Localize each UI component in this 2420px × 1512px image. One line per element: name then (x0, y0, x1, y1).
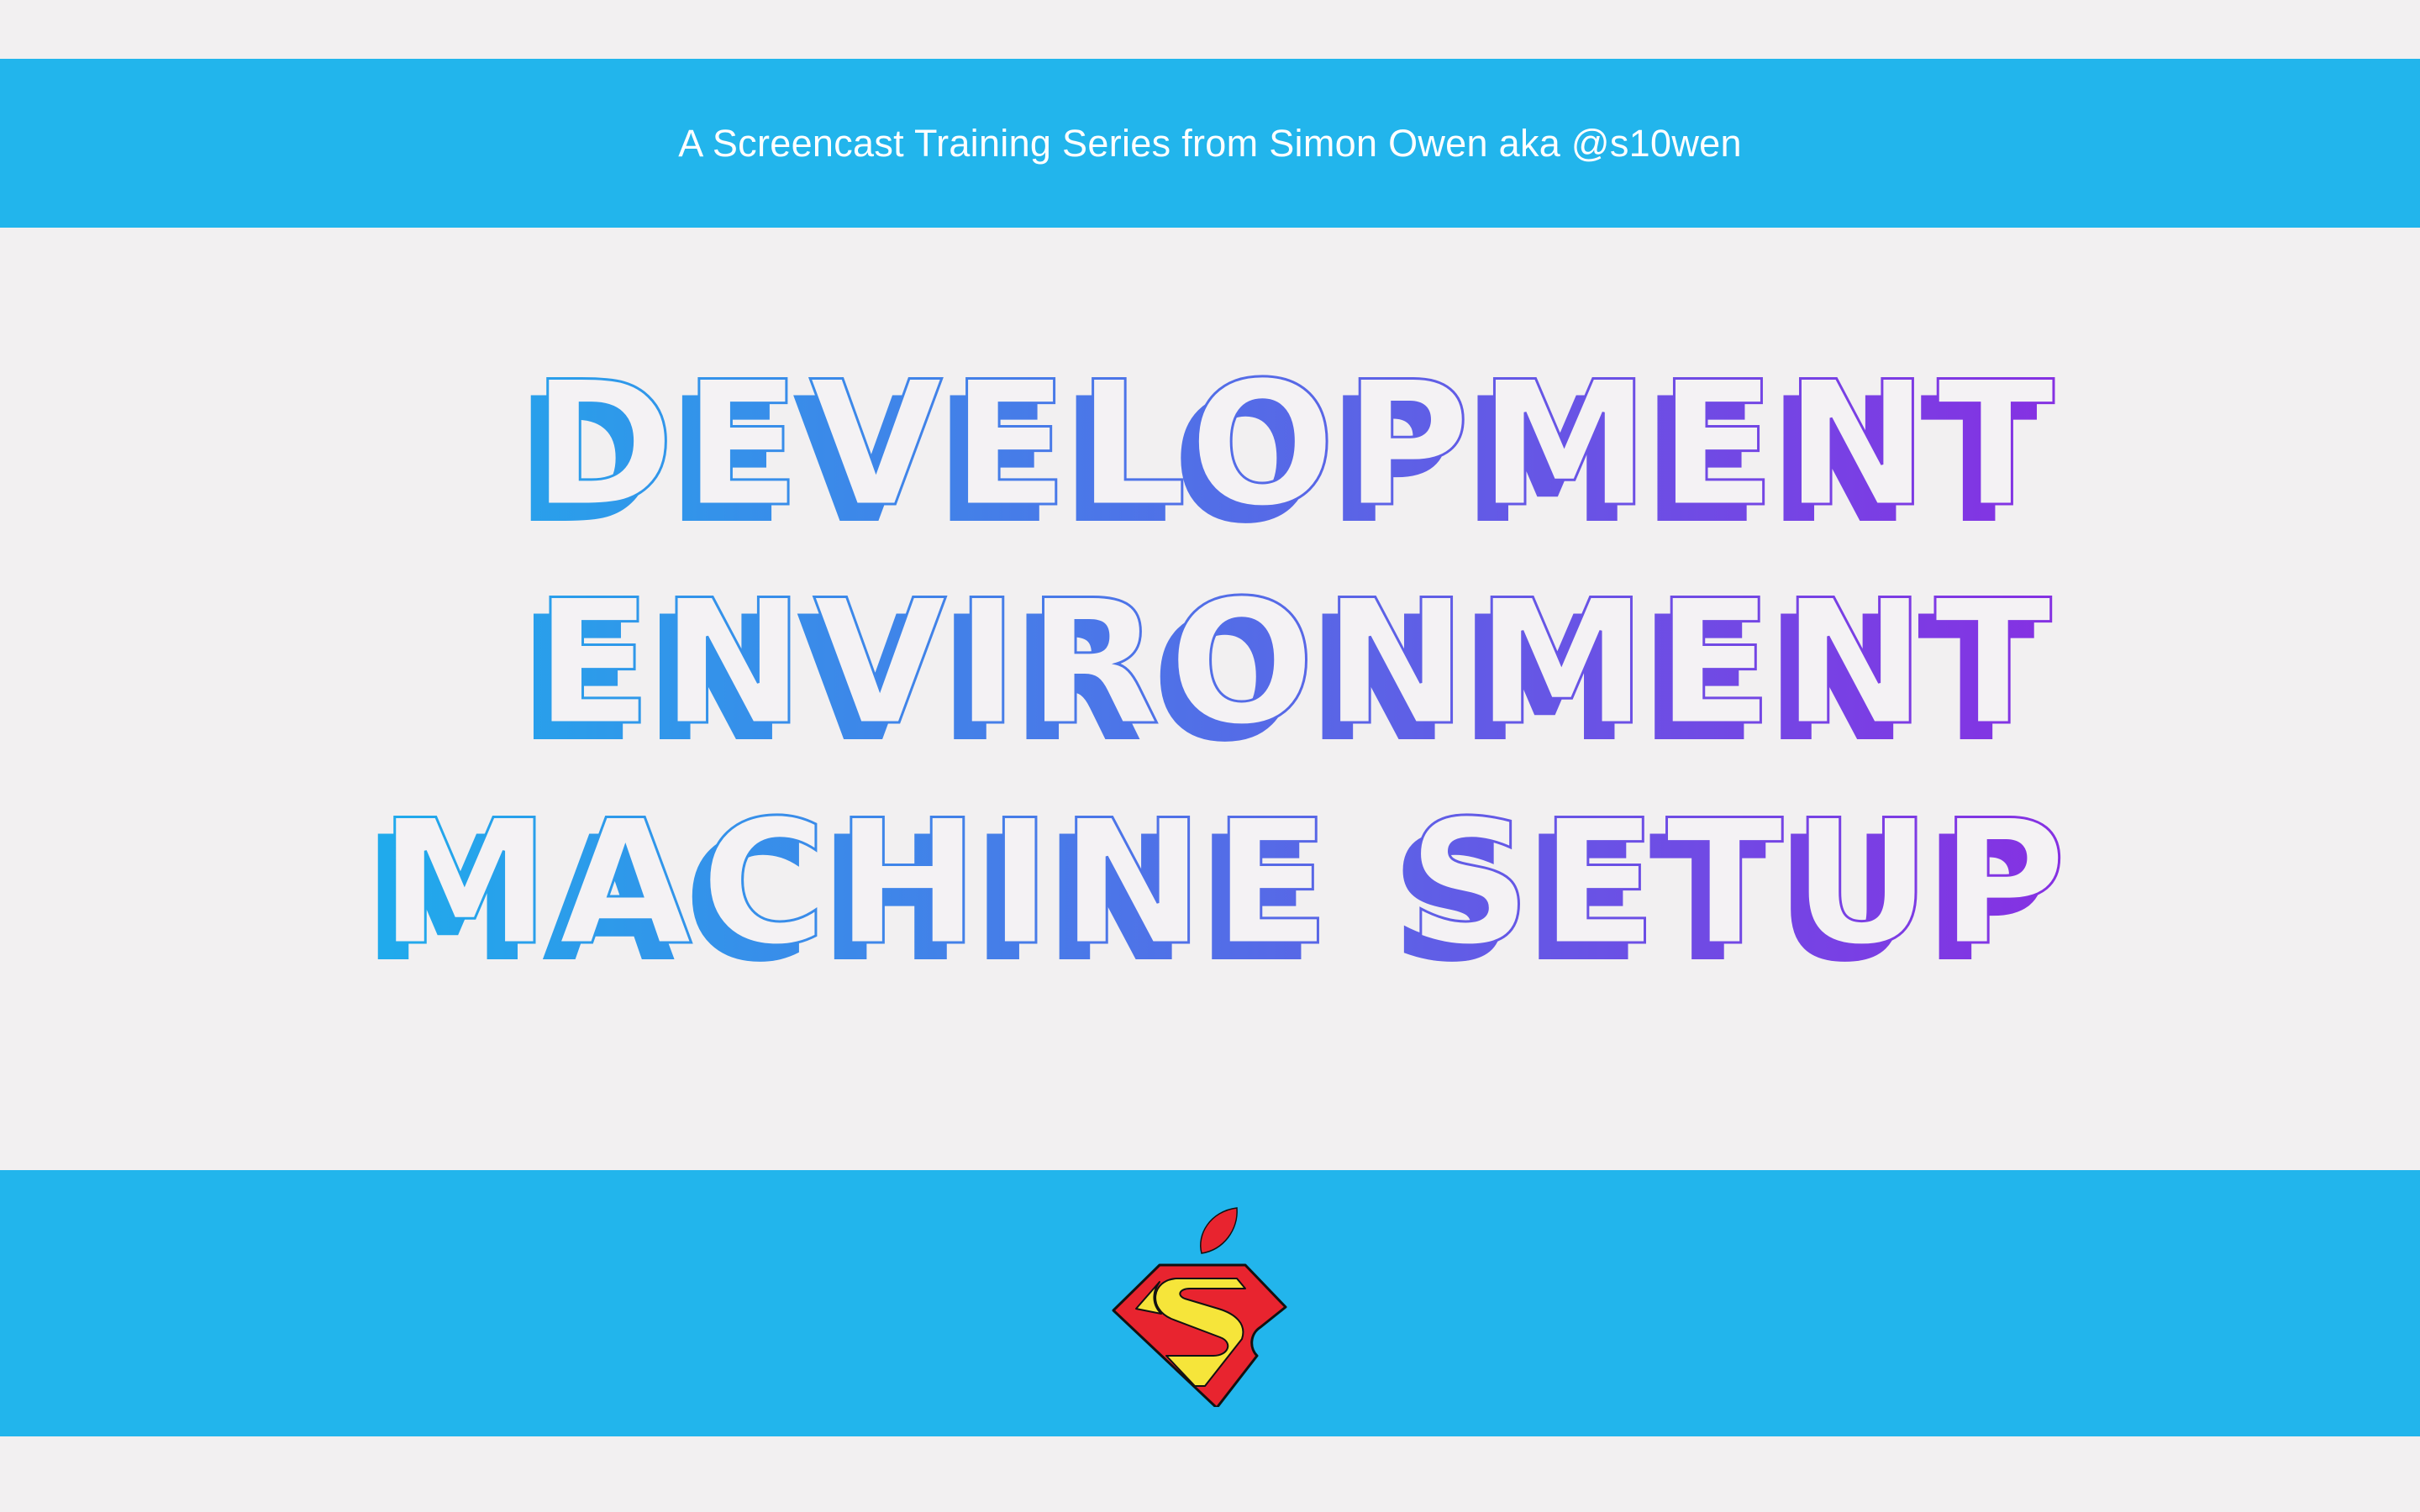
title-line-2: ENVIRONMENT ENVIRONMENT (518, 563, 2060, 781)
title-block: DEVELOPMENT DEVELOPMENT ENVIRONMENT ENVI… (0, 353, 2420, 1000)
apple-leaf (1200, 1207, 1238, 1254)
title-line-3: MACHINE SETUP MACHINE SETUP (362, 783, 2075, 1000)
svg-text:DEVELOPMENT: DEVELOPMENT (532, 353, 2063, 545)
title-graphic: DEVELOPMENT DEVELOPMENT ENVIRONMENT ENVI… (362, 353, 2075, 1000)
header-band: A Screencast Training Series from Simon … (0, 59, 2420, 228)
svg-text:ENVIRONMENT: ENVIRONMENT (534, 564, 2060, 764)
series-subtitle: A Screencast Training Series from Simon … (678, 121, 1742, 165)
superman-apple-logo-icon (1111, 1201, 1287, 1410)
title-line-1: DEVELOPMENT DEVELOPMENT (515, 353, 2063, 562)
svg-text:MACHINE SETUP: MACHINE SETUP (379, 784, 2075, 984)
